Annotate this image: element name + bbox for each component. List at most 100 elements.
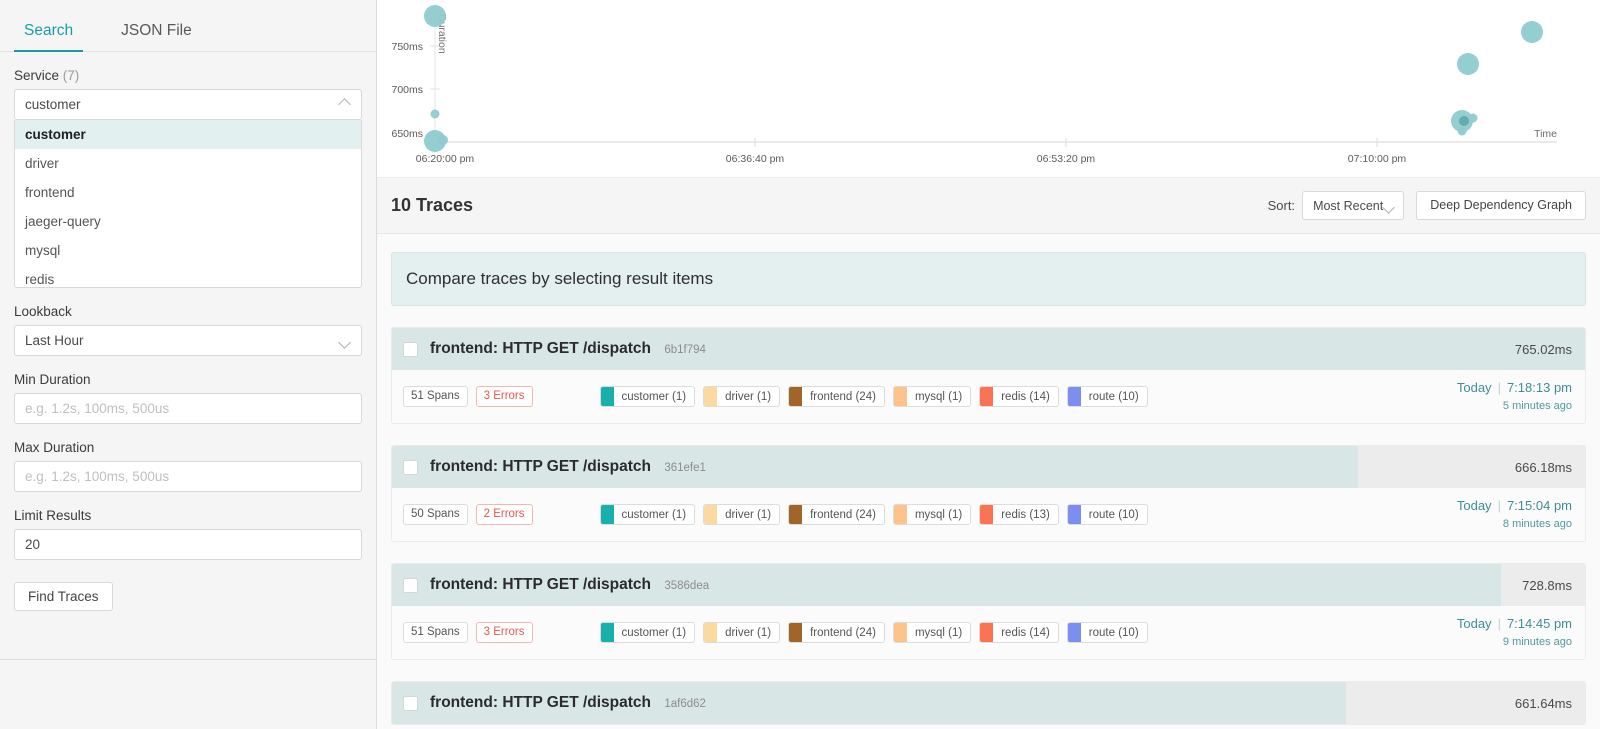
- chevron-down-icon: [339, 335, 351, 347]
- trace-name: frontend: HTTP GET /dispatch 361efe1: [430, 458, 706, 476]
- trace-relative-time: 5 minutes ago: [1502, 399, 1572, 412]
- lookback-select[interactable]: Last Hour: [14, 325, 362, 356]
- tab-json-file-label: JSON File: [121, 22, 192, 39]
- service-color-swatch: [704, 387, 718, 406]
- service-badge-label: route (10): [1088, 626, 1139, 639]
- trace-name: frontend: HTTP GET /dispatch 6b1f794: [430, 340, 706, 358]
- table-row[interactable]: frontend: HTTP GET /dispatch 1af6d62 661…: [391, 681, 1586, 725]
- trace-row-meta: 51 Spans 3 Errors customer (1) driver (1…: [392, 606, 1585, 659]
- trace-select-checkbox[interactable]: [403, 577, 418, 593]
- service-color-swatch: [600, 623, 614, 642]
- x-axis-title: Time: [1534, 128, 1557, 140]
- sort-label: Sort:: [1267, 198, 1296, 213]
- service-badges: customer (1) driver (1) frontend (24) my…: [599, 504, 1156, 525]
- trace-time: 7:15:04 pm: [1506, 498, 1572, 514]
- limit-results-field: Limit Results 20: [0, 508, 376, 560]
- service-color-swatch: [1067, 623, 1081, 642]
- service-color-swatch: [893, 505, 907, 524]
- error-count-badge: 3 Errors: [475, 386, 533, 407]
- tab-json-file[interactable]: JSON File: [111, 22, 202, 51]
- scatter-points[interactable]: [424, 5, 1543, 152]
- service-badge: driver (1): [703, 386, 781, 407]
- min-duration-placeholder: e.g. 1.2s, 100ms, 500us: [25, 401, 170, 416]
- main-panel: 750ms 700ms 650ms Duration Time 06:20:00…: [377, 0, 1600, 729]
- service-option-jaeger-query[interactable]: jaeger-query: [15, 207, 361, 236]
- service-label: Service (7): [14, 68, 362, 83]
- service-badge-label: driver (1): [725, 508, 772, 521]
- tab-search[interactable]: Search: [14, 22, 84, 52]
- service-select-value: customer: [25, 97, 81, 112]
- service-badge-label: redis (13): [1001, 508, 1050, 521]
- lookback-field: Lookback Last Hour: [0, 304, 376, 356]
- trace-time: 7:14:45 pm: [1506, 616, 1572, 632]
- service-option-mysql[interactable]: mysql: [15, 236, 361, 265]
- divider: |: [1497, 498, 1501, 514]
- min-duration-input[interactable]: e.g. 1.2s, 100ms, 500us: [14, 393, 362, 424]
- service-option-frontend[interactable]: frontend: [15, 178, 361, 207]
- service-color-swatch: [789, 623, 803, 642]
- x-tick-0: 06:20:00 pm: [416, 153, 475, 165]
- trace-row-meta: 50 Spans 2 Errors customer (1) driver (1…: [392, 488, 1585, 541]
- trace-timestamp: Today | 7:18:13 pm 5 minutes ago: [1457, 379, 1572, 413]
- service-select[interactable]: customer: [14, 89, 362, 120]
- find-traces-button[interactable]: Find Traces: [14, 582, 113, 611]
- service-badge-label: redis (14): [1001, 390, 1050, 403]
- sort-select[interactable]: Most Recent: [1302, 191, 1405, 220]
- results-list[interactable]: Compare traces by selecting result items…: [377, 235, 1600, 729]
- trace-select-checkbox[interactable]: [403, 695, 418, 711]
- min-duration-label: Min Duration: [14, 372, 91, 387]
- trace-row-meta: 51 Spans 3 Errors customer (1) driver (1…: [392, 370, 1585, 423]
- trace-id: 1af6d62: [664, 698, 706, 710]
- ddg-button-label: Deep Dependency Graph: [1430, 198, 1572, 212]
- trace-select-checkbox[interactable]: [403, 341, 418, 357]
- table-row[interactable]: frontend: HTTP GET /dispatch 3586dea 728…: [391, 563, 1586, 660]
- service-badge-label: mysql (1): [914, 390, 963, 403]
- table-row[interactable]: frontend: HTTP GET /dispatch 361efe1 666…: [391, 445, 1586, 542]
- trace-row-header: frontend: HTTP GET /dispatch 1af6d62 661…: [392, 682, 1585, 724]
- service-badge: mysql (1): [892, 386, 972, 407]
- x-tick-3: 07:10:00 pm: [1348, 153, 1407, 165]
- service-badge-label: frontend (24): [810, 626, 876, 639]
- table-row[interactable]: frontend: HTTP GET /dispatch 6b1f794 765…: [391, 327, 1586, 424]
- trace-name-text: frontend: HTTP GET /dispatch: [430, 458, 652, 475]
- service-color-swatch: [600, 387, 614, 406]
- service-color-swatch: [789, 505, 803, 524]
- service-badge: route (10): [1066, 504, 1148, 525]
- span-count-badge: 50 Spans: [403, 504, 468, 525]
- service-badge-label: customer (1): [621, 390, 687, 403]
- search-sidebar: Search JSON File Service (7) customer cu…: [0, 0, 377, 729]
- trace-duration: 661.64ms: [1514, 695, 1572, 711]
- deep-dependency-graph-button[interactable]: Deep Dependency Graph: [1416, 191, 1586, 220]
- service-option-redis[interactable]: redis: [15, 265, 361, 287]
- trace-relative-time: 8 minutes ago: [1502, 517, 1572, 530]
- service-color-swatch: [789, 387, 803, 406]
- trace-scatter-plot[interactable]: 750ms 700ms 650ms Duration Time 06:20:00…: [377, 0, 1600, 178]
- service-badge-label: frontend (24): [810, 508, 876, 521]
- x-tick-2: 06:53:20 pm: [1037, 153, 1096, 165]
- service-option-customer[interactable]: customer: [15, 120, 361, 149]
- trace-name: frontend: HTTP GET /dispatch 1af6d62: [430, 694, 706, 712]
- service-color-swatch: [980, 387, 994, 406]
- trace-select-checkbox[interactable]: [403, 459, 418, 475]
- service-badge: route (10): [1066, 622, 1148, 643]
- compare-banner-text: Compare traces by selecting result items: [406, 269, 714, 288]
- find-traces-label: Find Traces: [28, 589, 99, 604]
- scatter-point: [1468, 113, 1478, 123]
- service-dropdown[interactable]: customer driver frontend jaeger-query my…: [14, 120, 362, 288]
- service-badge: customer (1): [599, 504, 696, 525]
- max-duration-input[interactable]: e.g. 1.2s, 100ms, 500us: [14, 461, 362, 492]
- service-color-swatch: [893, 387, 907, 406]
- service-badge-label: customer (1): [621, 626, 687, 639]
- service-label-text: Service: [14, 68, 60, 83]
- service-option-driver[interactable]: driver: [15, 149, 361, 178]
- limit-results-input[interactable]: 20: [14, 529, 362, 560]
- service-badge: redis (14): [979, 622, 1059, 643]
- results-header: 10 Traces Sort: Most Recent Deep Depende…: [377, 178, 1600, 234]
- trace-name-text: frontend: HTTP GET /dispatch: [430, 694, 652, 711]
- chevron-down-icon: [1383, 200, 1395, 212]
- service-field: Service (7) customer customer driver fro…: [0, 68, 376, 288]
- service-color-swatch: [1067, 387, 1081, 406]
- service-badge-label: driver (1): [725, 626, 772, 639]
- service-color-swatch: [893, 623, 907, 642]
- compare-banner: Compare traces by selecting result items: [391, 252, 1586, 306]
